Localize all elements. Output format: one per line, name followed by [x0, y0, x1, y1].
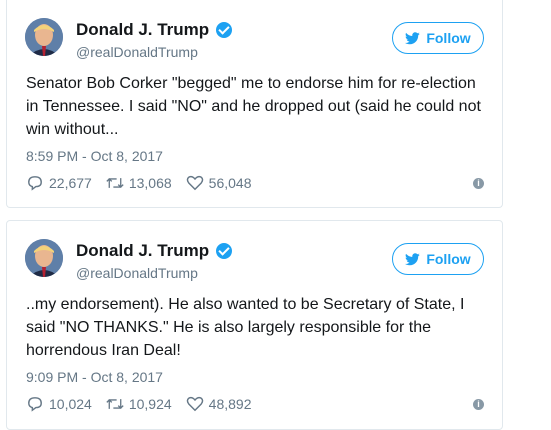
author-name[interactable]: Donald J. Trump [76, 20, 209, 40]
follow-button[interactable]: Follow [392, 22, 484, 54]
reply-icon [28, 397, 42, 412]
tweet-timestamp[interactable]: 9:09 PM - Oct 8, 2017 [26, 369, 163, 385]
tweet-timestamp[interactable]: 8:59 PM - Oct 8, 2017 [26, 148, 163, 164]
twitter-bird-icon [405, 252, 421, 265]
follow-label: Follow [426, 251, 471, 267]
like-button[interactable]: 56,048 [186, 175, 252, 191]
reply-button[interactable]: 22,677 [26, 175, 92, 191]
retweet-icon [106, 177, 124, 189]
retweet-button[interactable]: 13,068 [106, 175, 172, 191]
tweet-card[interactable]: Donald J. Trump @realDonaldTrump Follow … [6, 220, 503, 430]
retweet-count: 10,924 [128, 396, 172, 412]
author-name-line[interactable]: Donald J. Trump [76, 20, 233, 40]
tweet-actions: 22,677 13,068 56,048 [26, 175, 265, 191]
twitter-bird-icon [405, 31, 421, 44]
author-name[interactable]: Donald J. Trump [76, 241, 209, 261]
tweet-actions: 10,024 10,924 48,892 [26, 396, 265, 412]
like-button[interactable]: 48,892 [186, 396, 252, 412]
avatar[interactable] [25, 239, 63, 277]
tweet-text: ..my endorsement). He also wanted to be … [26, 296, 465, 359]
author-name-line[interactable]: Donald J. Trump [76, 241, 233, 261]
retweet-icon [106, 398, 124, 410]
heart-icon [186, 175, 203, 191]
tweet-card[interactable]: Donald J. Trump @realDonaldTrump Follow … [6, 0, 503, 208]
retweet-count: 13,068 [128, 175, 172, 191]
follow-button[interactable]: Follow [392, 243, 484, 275]
reply-icon [28, 176, 42, 191]
reply-button[interactable]: 10,024 [26, 396, 92, 412]
like-count: 48,892 [208, 396, 252, 412]
author-handle[interactable]: @realDonaldTrump [76, 44, 198, 60]
info-icon[interactable]: i [473, 178, 484, 189]
tweet-text: Senator Bob Corker "begged" me to endors… [26, 75, 481, 138]
heart-icon [186, 396, 203, 412]
follow-label: Follow [426, 30, 471, 46]
reply-count: 22,677 [49, 175, 92, 191]
avatar[interactable] [25, 18, 63, 56]
verified-badge-icon [216, 22, 233, 38]
like-count: 56,048 [208, 175, 252, 191]
author-handle[interactable]: @realDonaldTrump [76, 265, 198, 281]
reply-count: 10,024 [49, 396, 92, 412]
info-icon[interactable]: i [473, 399, 484, 410]
verified-badge-icon [216, 243, 233, 259]
retweet-button[interactable]: 10,924 [106, 396, 172, 412]
